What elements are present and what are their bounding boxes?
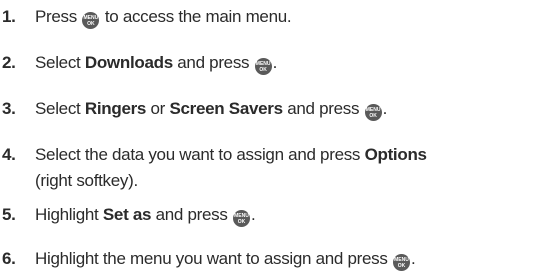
step-number: 4. xyxy=(2,145,16,164)
step-text: Select Downloads and press MENU OK. xyxy=(35,53,278,75)
step-text: Select Ringers or Screen Savers and pres… xyxy=(35,99,388,121)
step-text: Press MENU OK to access the main menu. xyxy=(35,7,292,29)
step-text: Select the data you want to assign and p… xyxy=(35,145,427,190)
menu-ok-key-icon: MENU OK xyxy=(254,58,272,75)
step-number: 2. xyxy=(2,53,16,72)
menu-ok-key-icon: MENU OK xyxy=(364,104,382,121)
menu-ok-key-icon: MENU OK xyxy=(82,12,100,29)
step-number: 5. xyxy=(2,205,16,224)
step-number: 6. xyxy=(2,249,16,268)
menu-ok-key-icon: MENU OK xyxy=(393,254,410,271)
step-number: 1. xyxy=(2,7,16,26)
step-text: Highlight the menu you want to assign an… xyxy=(35,249,416,271)
step-text: Highlight Set as and press MENU OK. xyxy=(35,205,256,227)
menu-ok-key-icon: MENU OK xyxy=(232,210,250,227)
step-number: 3. xyxy=(2,99,16,118)
